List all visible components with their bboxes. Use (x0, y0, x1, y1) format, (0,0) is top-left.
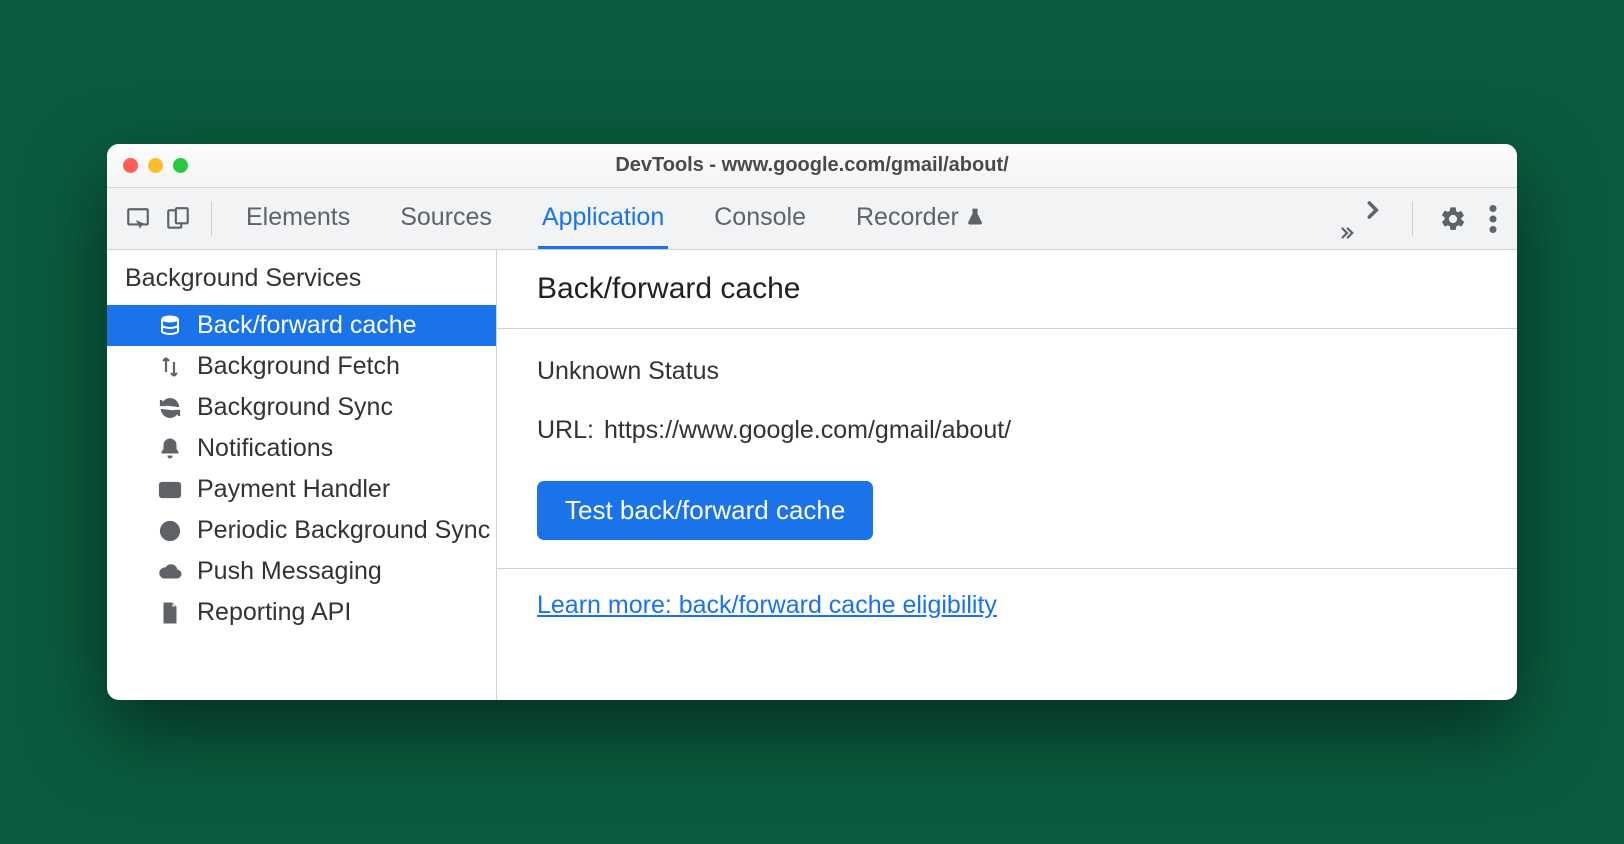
tab-recorder-label: Recorder (856, 203, 959, 232)
tab-application[interactable]: Application (538, 188, 668, 249)
kebab-menu-icon[interactable] (1483, 205, 1503, 233)
main-panel: Back/forward cache Unknown Status URL: h… (497, 250, 1517, 700)
sidebar-item-label: Push Messaging (197, 557, 382, 586)
sidebar-item-bfcache[interactable]: Back/forward cache (107, 305, 496, 346)
toolbar-divider-2 (1412, 202, 1413, 236)
sidebar-item-label: Notifications (197, 434, 333, 463)
sidebar-item-payment-handler[interactable]: Payment Handler (107, 469, 496, 510)
sidebar-item-label: Reporting API (197, 598, 351, 627)
card-icon (157, 477, 183, 503)
sidebar-item-label: Back/forward cache (197, 311, 417, 340)
file-icon (157, 600, 183, 626)
window-title: DevTools - www.google.com/gmail/about/ (107, 154, 1517, 177)
close-window-button[interactable] (123, 158, 138, 173)
tab-recorder[interactable]: Recorder (852, 188, 989, 249)
sidebar-item-background-fetch[interactable]: Background Fetch (107, 346, 496, 387)
sidebar-item-label: Background Sync (197, 393, 393, 422)
clock-icon (157, 518, 183, 544)
settings-icon[interactable] (1429, 205, 1477, 233)
database-icon (157, 313, 183, 339)
panel-body-container: Background Services Back/forward cache B… (107, 250, 1517, 700)
tab-sources[interactable]: Sources (396, 188, 496, 249)
url-row: URL: https://www.google.com/gmail/about/ (537, 416, 1477, 445)
panel-content: Unknown Status URL: https://www.google.c… (497, 329, 1517, 569)
url-label: URL: (537, 416, 594, 445)
tab-elements[interactable]: Elements (242, 188, 354, 249)
url-value: https://www.google.com/gmail/about/ (604, 416, 1011, 445)
minimize-window-button[interactable] (148, 158, 163, 173)
cloud-icon (157, 559, 183, 585)
devtools-window: DevTools - www.google.com/gmail/about/ E… (107, 144, 1517, 700)
inspect-element-icon[interactable] (121, 202, 155, 236)
sidebar-item-label: Background Fetch (197, 352, 400, 381)
sidebar-item-label: Payment Handler (197, 475, 390, 504)
sidebar-item-label: Periodic Background Sync (197, 516, 490, 545)
more-tabs-button[interactable] (1352, 196, 1396, 242)
sidebar-item-reporting-api[interactable]: Reporting API (107, 592, 496, 633)
sidebar-item-push-messaging[interactable]: Push Messaging (107, 551, 496, 592)
panel-title: Back/forward cache (497, 250, 1517, 329)
flask-icon (965, 207, 985, 227)
toolbar: Elements Sources Application Console Rec… (107, 188, 1517, 250)
device-toggle-icon[interactable] (161, 202, 195, 236)
sidebar-item-periodic-sync[interactable]: Periodic Background Sync (107, 510, 496, 551)
toolbar-divider (211, 202, 212, 236)
sidebar-item-notifications[interactable]: Notifications (107, 428, 496, 469)
test-bfcache-button[interactable]: Test back/forward cache (537, 481, 873, 540)
maximize-window-button[interactable] (173, 158, 188, 173)
sidebar-item-background-sync[interactable]: Background Sync (107, 387, 496, 428)
tab-console[interactable]: Console (710, 188, 810, 249)
panel-tabs: Elements Sources Application Console Rec… (242, 188, 989, 249)
window-controls (123, 158, 188, 173)
bell-icon (157, 436, 183, 462)
sync-icon (157, 395, 183, 421)
transfer-icon (157, 354, 183, 380)
sidebar-section-title: Background Services (107, 250, 496, 305)
learn-more-row: Learn more: back/forward cache eligibili… (497, 569, 1517, 642)
status-text: Unknown Status (537, 357, 1477, 386)
sidebar: Background Services Back/forward cache B… (107, 250, 497, 700)
titlebar: DevTools - www.google.com/gmail/about/ (107, 144, 1517, 188)
learn-more-link[interactable]: Learn more: back/forward cache eligibili… (537, 591, 997, 619)
